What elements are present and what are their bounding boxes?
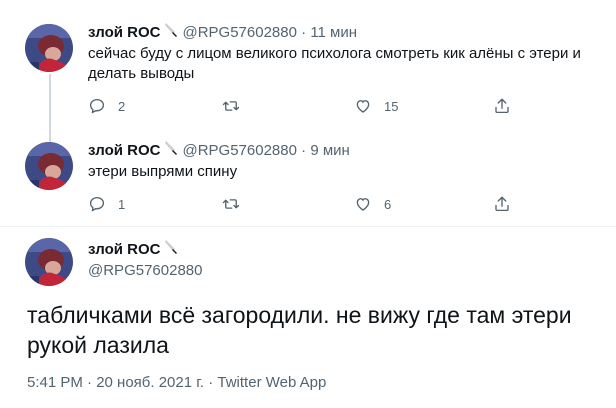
share-icon [495,98,509,114]
reply-icon [89,98,105,114]
reply-count: 2 [118,98,126,114]
reply-button[interactable]: 1 [88,195,125,213]
tweet-actions: 2 15 [88,97,608,117]
knife-icon [164,22,178,44]
tweet-time[interactable]: 9 мин [310,142,350,159]
retweet-button[interactable] [221,195,253,213]
avatar-image [25,238,73,286]
like-count: 15 [384,98,399,114]
retweet-icon [222,199,240,209]
main-tweet-author: злой ROC [88,239,182,261]
author-name[interactable]: злой ROC [88,241,160,258]
reply-icon [89,196,105,212]
avatar[interactable] [25,24,73,72]
like-button[interactable]: 6 [354,195,391,213]
share-button[interactable] [493,195,511,213]
separator: · [301,141,307,159]
tweet-text: этери выпрями спину [88,162,237,182]
heart-icon [356,198,370,211]
author-name[interactable]: злой ROC [88,24,160,41]
divider [0,226,616,227]
tweet-text-line: рукой лазила [27,332,169,358]
tweet-header: злой ROC @RPG57602880 · 11 мин [88,22,357,44]
tweet-time[interactable]: 11 мин [310,24,357,41]
tweet-text-line: делать выводы [88,65,195,82]
author-handle[interactable]: @RPG57602880 [182,24,296,41]
author-name[interactable]: злой ROC [88,142,160,159]
author-handle[interactable]: @RPG57602880 [182,142,296,159]
retweet-button[interactable] [221,97,253,115]
tweet-text-line: этери выпрями спину [88,163,238,180]
main-tweet-handle-row: @RPG57602880 [88,261,202,281]
tweet-actions: 1 6 [88,195,608,215]
share-button[interactable] [493,97,511,115]
reply-count: 1 [118,196,126,212]
retweet-icon [222,101,240,111]
thread-connector-line [49,74,51,142]
reply-button[interactable]: 2 [88,97,125,115]
tweet-text-line: сейчас буду с лицом великого психолога с… [88,45,581,62]
avatar[interactable] [25,238,73,286]
heart-icon [356,100,370,113]
avatar-image [25,24,73,72]
knife-icon [164,140,178,162]
main-tweet-meta[interactable]: 5:41 PM · 20 нояб. 2021 г. · Twitter Web… [27,373,326,393]
tweet-text-line: табличками всё загородили. не вижу где т… [27,302,572,328]
avatar-image [25,142,73,190]
avatar[interactable] [25,142,73,190]
knife-icon [164,239,178,261]
share-icon [495,196,509,212]
like-count: 6 [384,196,392,212]
main-tweet-text: табличками всё загородили. не вижу где т… [27,300,597,360]
tweet-header: злой ROC @RPG57602880 · 9 мин [88,140,350,162]
separator: · [301,23,307,41]
like-button[interactable]: 15 [354,97,398,115]
author-handle[interactable]: @RPG57602880 [88,262,202,279]
tweet-text: сейчас буду с лицом великого психолога с… [88,44,581,84]
